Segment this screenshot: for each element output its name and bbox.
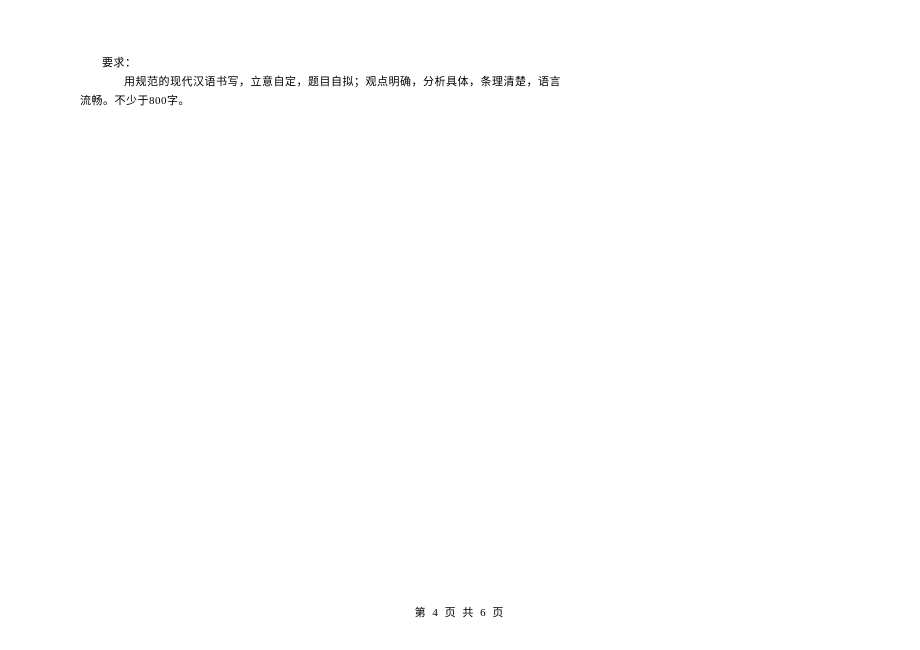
page-indicator: 第 4 页 共 6 页 [415, 607, 506, 619]
instruction-line-1: 用规范的现代汉语书写，立意自定，题目自拟；观点明确，分析具体，条理清楚，语言 [124, 73, 840, 89]
document-content: 要求： 用规范的现代汉语书写，立意自定，题目自拟；观点明确，分析具体，条理清楚，… [0, 0, 920, 108]
instruction-line-2: 流畅。不少于800字。 [80, 92, 840, 108]
page-footer: 第 4 页 共 6 页 [0, 604, 920, 620]
requirements-label: 要求： [102, 54, 840, 70]
